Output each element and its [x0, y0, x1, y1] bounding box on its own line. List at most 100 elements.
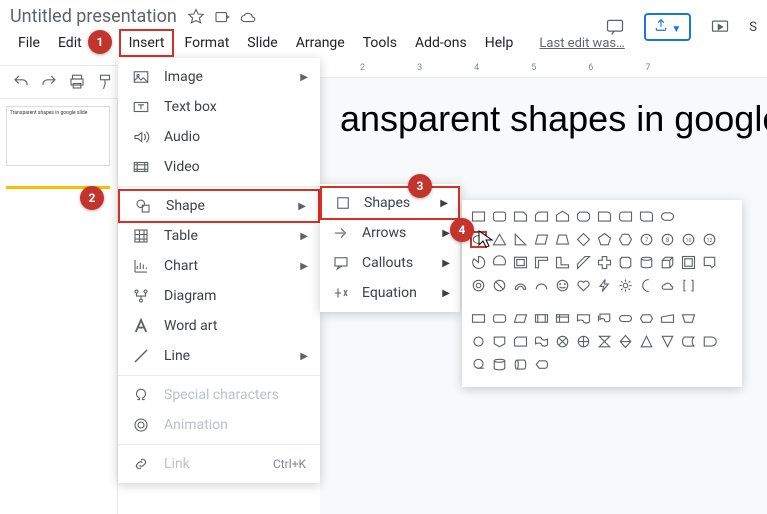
slide-title-text[interactable]: ansparent shapes in google s — [340, 98, 767, 140]
shape-diamond[interactable] — [575, 231, 592, 248]
shape-lightning[interactable] — [596, 277, 613, 294]
shape-donut[interactable] — [470, 277, 487, 294]
shape-cross[interactable] — [596, 254, 613, 271]
shape-heart[interactable] — [575, 277, 592, 294]
submenu-callouts[interactable]: Callouts▶ — [320, 248, 460, 278]
shape-decagon[interactable]: 10 — [680, 231, 697, 248]
shape-lshape[interactable] — [554, 254, 571, 271]
insert-line[interactable]: Line▶ — [118, 341, 320, 371]
shape-trapezoid[interactable] — [554, 231, 571, 248]
move-icon[interactable] — [213, 8, 231, 26]
menu-file[interactable]: File — [10, 31, 48, 55]
shape-folded[interactable] — [701, 254, 718, 271]
fc-manualinput[interactable] — [659, 310, 676, 327]
shape-rtri[interactable] — [512, 231, 529, 248]
fc-extract[interactable] — [638, 333, 655, 350]
fc-or[interactable] — [575, 333, 592, 350]
fc-sort[interactable] — [617, 333, 634, 350]
menu-addons[interactable]: Add-ons — [407, 31, 475, 55]
shape-frame[interactable] — [512, 254, 529, 271]
fc-document[interactable] — [575, 310, 592, 327]
shape-halfframe[interactable] — [533, 254, 550, 271]
shape-pentagon[interactable] — [596, 231, 613, 248]
submenu-equation[interactable]: Equation▶ — [320, 278, 460, 308]
fc-offpage[interactable] — [491, 333, 508, 350]
shape-blockarc[interactable] — [512, 277, 529, 294]
shape-snipall[interactable] — [575, 208, 592, 225]
cloud-icon[interactable] — [239, 8, 257, 26]
redo-icon[interactable] — [40, 73, 58, 91]
insert-image[interactable]: Image▶ — [118, 62, 320, 92]
insert-chart[interactable]: Chart▶ — [118, 251, 320, 281]
shape-smiley[interactable] — [554, 277, 571, 294]
present-icon[interactable] — [705, 12, 735, 42]
shape-heptagon[interactable]: 7 — [638, 231, 655, 248]
insert-wordart[interactable]: Word art — [118, 311, 320, 341]
menu-format[interactable]: Format — [176, 31, 237, 55]
fc-manualop[interactable] — [680, 310, 697, 327]
insert-diagram[interactable]: Diagram — [118, 281, 320, 311]
menu-edit[interactable]: Edit — [50, 31, 90, 55]
fc-card[interactable] — [512, 333, 529, 350]
fc-predef[interactable] — [533, 310, 550, 327]
shape-cloud[interactable] — [659, 277, 676, 294]
fc-multidoc[interactable] — [596, 310, 613, 327]
slideshow-short[interactable]: S — [749, 20, 757, 35]
fc-magdisk[interactable] — [491, 356, 508, 373]
shape-doublebracket[interactable] — [680, 277, 697, 294]
shape-round2[interactable] — [617, 208, 634, 225]
shape-capsule[interactable] — [659, 208, 676, 225]
shape-rect[interactable] — [470, 208, 487, 225]
fc-internal[interactable] — [554, 310, 571, 327]
undo-icon[interactable] — [12, 73, 30, 91]
shape-noentry[interactable] — [491, 277, 508, 294]
shape-hexagon[interactable] — [617, 231, 634, 248]
shape-cube[interactable] — [659, 254, 676, 271]
insert-table[interactable]: Table▶ — [118, 221, 320, 251]
menu-insert[interactable]: Insert — [119, 29, 175, 57]
shape-sniprect[interactable] — [512, 208, 529, 225]
insert-audio[interactable]: Audio — [118, 122, 320, 152]
fc-merge[interactable] — [659, 333, 676, 350]
shape-arc[interactable] — [533, 277, 550, 294]
shape-pie[interactable] — [470, 254, 487, 271]
menu-tools[interactable]: Tools — [355, 31, 405, 55]
fc-connector[interactable] — [470, 333, 487, 350]
fc-process[interactable] — [470, 310, 487, 327]
shape-chevhouse[interactable] — [554, 208, 571, 225]
comments-icon[interactable] — [600, 12, 630, 42]
fc-preparation[interactable] — [638, 310, 655, 327]
shape-sun[interactable] — [617, 277, 634, 294]
shape-bevel[interactable] — [680, 254, 697, 271]
shape-plaque[interactable] — [617, 254, 634, 271]
submenu-shapes[interactable]: Shapes▶ — [320, 186, 460, 220]
insert-textbox[interactable]: Text box — [118, 92, 320, 122]
share-button[interactable]: ▼ — [644, 13, 691, 41]
fc-altprocess[interactable] — [491, 310, 508, 327]
fc-display[interactable] — [533, 356, 550, 373]
fc-collate[interactable] — [596, 333, 613, 350]
print-icon[interactable] — [68, 73, 86, 91]
menu-help[interactable]: Help — [477, 31, 522, 55]
shape-round1[interactable] — [596, 208, 613, 225]
menu-arrange[interactable]: Arrange — [288, 31, 353, 55]
paint-format-icon[interactable] — [96, 73, 114, 91]
shape-can[interactable] — [638, 254, 655, 271]
shape-rounddiag[interactable] — [638, 208, 655, 225]
fc-stored[interactable] — [680, 333, 697, 350]
shape-diagstripe[interactable] — [575, 254, 592, 271]
shape-sniprect2[interactable] — [533, 208, 550, 225]
fc-seqaccess[interactable] — [470, 356, 487, 373]
submenu-arrows[interactable]: Arrows▶ — [320, 218, 460, 248]
fc-summing[interactable] — [554, 333, 571, 350]
fc-delay[interactable] — [701, 333, 718, 350]
insert-video[interactable]: Video — [118, 152, 320, 182]
shape-moon[interactable] — [638, 277, 655, 294]
fc-punchedtape[interactable] — [533, 333, 550, 350]
doc-title[interactable]: Untitled presentation — [10, 6, 177, 27]
shape-parallelogram[interactable] — [533, 231, 550, 248]
fc-data[interactable] — [512, 310, 529, 327]
shape-chord[interactable] — [491, 254, 508, 271]
shape-dodecagon[interactable]: 12 — [701, 231, 718, 248]
fc-terminator[interactable] — [617, 310, 634, 327]
